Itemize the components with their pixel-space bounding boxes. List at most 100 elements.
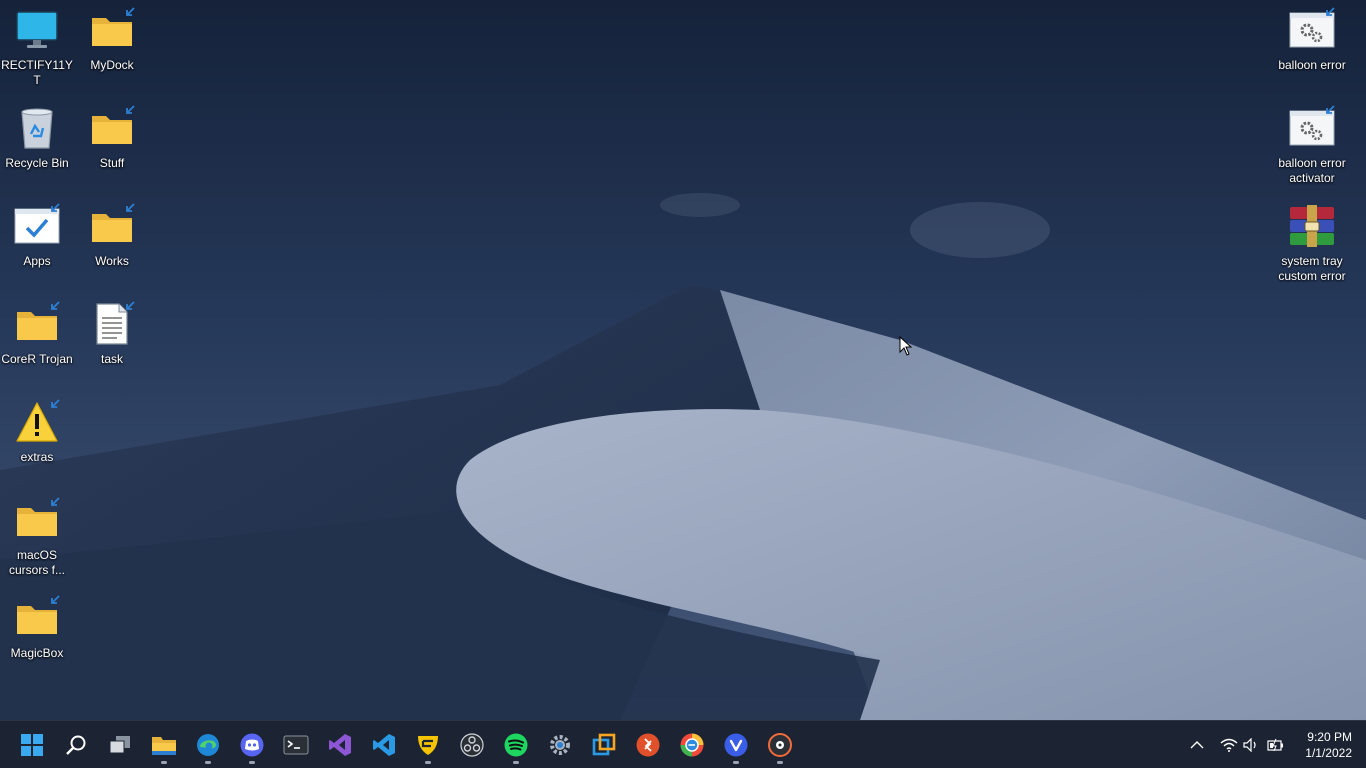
browser-button[interactable] bbox=[672, 725, 712, 765]
folder-icon bbox=[13, 496, 61, 544]
desktop-icon-label: MagicBox bbox=[10, 646, 64, 660]
shortcut-arrow-icon bbox=[51, 497, 60, 506]
visual-studio-button[interactable] bbox=[320, 725, 360, 765]
desktop[interactable]: RECTIFY11YT MyDock Recycle Bin Stuff App… bbox=[0, 0, 1366, 720]
vivaldi-button[interactable] bbox=[716, 725, 756, 765]
desktop-icon-task[interactable]: task bbox=[75, 300, 149, 367]
recycle-bin-icon bbox=[13, 104, 61, 152]
obs-button[interactable] bbox=[452, 725, 492, 765]
search-button[interactable] bbox=[56, 725, 96, 765]
discord-button[interactable] bbox=[232, 725, 272, 765]
guilded-icon bbox=[418, 736, 438, 755]
settings-window-icon bbox=[1288, 104, 1336, 152]
file-explorer-icon bbox=[152, 737, 176, 755]
discord-icon bbox=[240, 733, 264, 757]
desktop-icon-label: RECTIFY11YT bbox=[1, 58, 73, 87]
running-indicator bbox=[161, 761, 167, 764]
desktop-icon-rectify11yt[interactable]: RECTIFY11YT bbox=[0, 6, 74, 88]
wifi-icon bbox=[1220, 738, 1238, 752]
browser-icon bbox=[680, 733, 704, 757]
chevron-up-icon bbox=[1190, 741, 1204, 749]
desktop-icon-label: extras bbox=[20, 450, 54, 464]
shortcut-arrow-icon bbox=[126, 105, 135, 114]
folder-icon bbox=[88, 104, 136, 152]
taskbar: 9:20 PM 1/1/2022 bbox=[0, 720, 1366, 768]
gear-icon bbox=[550, 735, 570, 755]
desktop-icon-label: Apps bbox=[23, 254, 51, 268]
warning-icon bbox=[13, 398, 61, 446]
monitor-icon bbox=[13, 6, 61, 54]
desktop-icon-label: macOS cursors f... bbox=[8, 548, 65, 577]
shortcut-arrow-icon bbox=[126, 203, 135, 212]
settings-button[interactable] bbox=[540, 725, 580, 765]
shortcut-arrow-icon bbox=[51, 301, 60, 310]
desktop-icon-mydock[interactable]: MyDock bbox=[75, 6, 149, 73]
terminal-button[interactable] bbox=[276, 725, 316, 765]
clock-date: 1/1/2022 bbox=[1305, 746, 1352, 760]
windows-logo-icon bbox=[21, 734, 43, 756]
media-player-button[interactable] bbox=[760, 725, 800, 765]
battery-button[interactable] bbox=[1266, 735, 1286, 755]
desktop-icon-label: balloon error activator bbox=[1278, 156, 1346, 185]
start-button[interactable] bbox=[12, 725, 52, 765]
file-explorer-button[interactable] bbox=[144, 725, 184, 765]
settings-window-icon bbox=[1288, 6, 1336, 54]
dune-wallpaper bbox=[0, 0, 1366, 720]
winrar-archive-icon bbox=[1288, 202, 1336, 250]
folder-icon bbox=[88, 6, 136, 54]
vmware-icon bbox=[592, 733, 616, 756]
running-indicator bbox=[205, 761, 211, 764]
desktop-icon-magicbox[interactable]: MagicBox bbox=[0, 594, 74, 661]
guilded-button[interactable] bbox=[408, 725, 448, 765]
task-view-button[interactable] bbox=[100, 725, 140, 765]
desktop-icon-recycle-bin[interactable]: Recycle Bin bbox=[0, 104, 74, 171]
edge-icon bbox=[197, 734, 219, 756]
battery-icon bbox=[1267, 738, 1283, 752]
folder-icon bbox=[88, 202, 136, 250]
desktop-icon-apps[interactable]: Apps bbox=[0, 202, 74, 269]
desktop-icon-label: system tray custom error bbox=[1278, 254, 1346, 283]
vscode-button[interactable] bbox=[364, 725, 404, 765]
desktop-icon-balloon-error[interactable]: balloon error bbox=[1275, 6, 1349, 73]
desktop-icon-system-tray-custom-error[interactable]: system tray custom error bbox=[1275, 202, 1349, 284]
desktop-icon-balloon-error-activator[interactable]: balloon error activator bbox=[1275, 104, 1349, 186]
desktop-icon-label: Works bbox=[95, 254, 129, 268]
clock-time: 9:20 PM bbox=[1307, 730, 1352, 744]
shortcut-arrow-icon bbox=[126, 7, 135, 16]
network-button[interactable] bbox=[1219, 735, 1239, 755]
desktop-icon-corer-trojan[interactable]: CoreR Trojan bbox=[0, 300, 74, 367]
running-indicator bbox=[513, 761, 519, 764]
task-view-icon bbox=[109, 736, 130, 754]
running-indicator bbox=[425, 761, 431, 764]
desktop-icon-extras[interactable]: extras bbox=[0, 398, 74, 465]
desktop-icon-label: Stuff bbox=[99, 156, 125, 170]
shortcut-arrow-icon bbox=[51, 595, 60, 604]
show-hidden-icons-button[interactable] bbox=[1187, 735, 1207, 755]
search-icon bbox=[66, 735, 86, 755]
vmware-button[interactable] bbox=[584, 725, 624, 765]
spotify-button[interactable] bbox=[496, 725, 536, 765]
volume-button[interactable] bbox=[1241, 735, 1261, 755]
edge-button[interactable] bbox=[188, 725, 228, 765]
clock[interactable]: 9:20 PM 1/1/2022 bbox=[1305, 729, 1352, 761]
volume-icon bbox=[1243, 738, 1256, 752]
visual-studio-icon bbox=[329, 734, 351, 756]
mouse-cursor-icon bbox=[899, 336, 913, 356]
vscode-icon bbox=[373, 734, 395, 756]
spotify-icon bbox=[504, 733, 528, 757]
desktop-icon-label: Recycle Bin bbox=[5, 156, 69, 170]
running-indicator bbox=[249, 761, 255, 764]
folder-icon bbox=[13, 300, 61, 348]
desktop-icon-macos-cursors[interactable]: macOS cursors f... bbox=[0, 496, 74, 578]
shortcut-arrow-icon bbox=[1326, 7, 1335, 16]
shortcut-arrow-icon bbox=[126, 301, 135, 310]
vivaldi-icon bbox=[724, 733, 748, 757]
desktop-icon-works[interactable]: Works bbox=[75, 202, 149, 269]
folder-icon bbox=[13, 594, 61, 642]
obs-icon bbox=[460, 733, 484, 757]
desktop-icon-label: balloon error bbox=[1278, 58, 1346, 72]
desktop-icon-stuff[interactable]: Stuff bbox=[75, 104, 149, 171]
desktop-icon-label: task bbox=[100, 352, 123, 366]
remote-desktop-button[interactable] bbox=[628, 725, 668, 765]
running-indicator bbox=[777, 761, 783, 764]
